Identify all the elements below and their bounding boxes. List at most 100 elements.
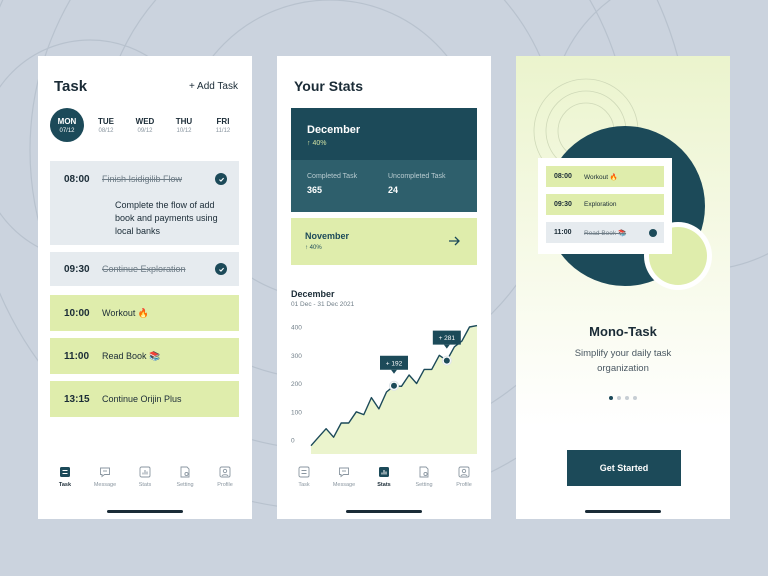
day-name: MON (57, 116, 77, 126)
day-tue[interactable]: TUE 08/12 (89, 108, 123, 142)
uncompleted-label: Uncompleted Task (388, 173, 446, 180)
y-tick-label: 300 (291, 353, 302, 360)
tab-profile[interactable]: Profile (445, 466, 483, 488)
preview-task: 09:30 Exploration (546, 194, 664, 215)
task-time: 09:30 (554, 201, 572, 208)
page-dot[interactable] (633, 396, 637, 400)
tab-bar: Task Message Stats Setting Profile (46, 466, 244, 488)
change-percent: ↑ 40% (305, 245, 322, 251)
preview-task: 08:00 Workout 🔥 (546, 166, 664, 187)
month-name: November (305, 231, 350, 241)
task-time: 08:00 (64, 174, 90, 185)
get-started-button[interactable]: Get Started (567, 450, 681, 486)
tab-bar: Task Message Stats Setting Profile (285, 466, 483, 488)
day-thu[interactable]: THU 10/12 (167, 108, 201, 142)
profile-icon (458, 466, 470, 478)
tab-label: Message (93, 482, 117, 488)
day-wed[interactable]: WED 09/12 (128, 108, 162, 142)
day-date: 07/12 (59, 127, 75, 134)
previous-month-card[interactable]: November ↑ 40% (291, 218, 477, 265)
check-icon[interactable] (215, 263, 227, 275)
page-title: Your Stats (294, 78, 363, 94)
month-name: December (307, 124, 361, 136)
add-task-button[interactable]: + Add Task (189, 81, 238, 92)
home-indicator (107, 510, 183, 513)
change-percent: ↑ 40% (307, 140, 327, 147)
chart-date-range: 01 Dec - 31 Dec 2021 (291, 301, 355, 308)
home-indicator (346, 510, 422, 513)
page-dot[interactable] (625, 396, 629, 400)
data-label: + 281 (439, 335, 456, 342)
day-name: WED (135, 116, 155, 126)
message-icon (100, 467, 110, 478)
tab-message[interactable]: Message (86, 466, 124, 488)
task-name: Read Book 📚 (584, 229, 627, 237)
day-name: TUE (98, 116, 114, 126)
profile-icon (219, 466, 231, 478)
tab-setting[interactable]: Setting (405, 466, 443, 488)
tab-label: Message (332, 482, 356, 488)
day-date: 10/12 (176, 127, 192, 134)
task-description: Complete the flow of add book and paymen… (115, 200, 218, 236)
day-name: FRI (216, 116, 230, 126)
stats-line-chart: 400 300 200 100 0 + 192 + 281 (291, 325, 478, 454)
task-list-icon (298, 466, 310, 478)
stats-icon (139, 466, 151, 478)
day-date: 08/12 (98, 127, 114, 134)
tab-label: Task (58, 482, 72, 488)
tab-message[interactable]: Message (325, 466, 363, 488)
data-label-pointer (391, 369, 397, 374)
task-list-icon (60, 467, 70, 477)
y-tick-label: 400 (291, 325, 302, 332)
page-dot[interactable] (617, 396, 621, 400)
y-tick-label: 0 (291, 438, 295, 445)
preview-task: 11:00 Read Book 📚 (546, 222, 664, 243)
page-title: Task (54, 78, 88, 95)
tab-label: Stats (138, 482, 152, 488)
day-name: THU (175, 116, 193, 126)
day-selector: MON 07/12 TUE 08/12 WED 09/12 THU 10/12 … (50, 108, 240, 142)
data-label: + 192 (386, 360, 403, 367)
app-title: Mono-Task (589, 324, 657, 339)
task-name: Exploration (584, 201, 617, 208)
tab-label: Task (298, 482, 310, 488)
check-icon[interactable] (215, 173, 227, 185)
current-month-card: December ↑ 40% Completed Task 365 Uncomp… (291, 108, 477, 212)
preview-task-card: 08:00 Workout 🔥 09:30 Exploration 11:00 … (538, 158, 672, 254)
task-name: Continue Orijin Plus (102, 394, 182, 404)
stats-icon (379, 467, 389, 477)
task-card[interactable]: 11:00 Read Book 📚 (50, 338, 239, 374)
page-dot[interactable] (609, 396, 613, 400)
day-date: 11/12 (215, 127, 231, 134)
task-card[interactable]: 13:15 Continue Orijin Plus (50, 381, 239, 417)
message-icon (339, 467, 349, 478)
task-card[interactable]: 10:00 Workout 🔥 (50, 295, 239, 331)
task-name: Continue Exploration (102, 264, 186, 274)
uncompleted-value: 24 (388, 185, 399, 195)
tab-task[interactable]: Task (46, 466, 84, 488)
setting-icon (419, 466, 429, 478)
day-fri[interactable]: FRI 11/12 (206, 108, 240, 142)
tab-label: Setting (415, 482, 433, 488)
tab-stats[interactable]: Stats (126, 466, 164, 488)
y-tick-label: 100 (291, 409, 302, 416)
tab-task[interactable]: Task (285, 466, 323, 488)
data-label-pointer (443, 344, 450, 349)
completed-label: Completed Task (307, 173, 358, 180)
task-name: Workout 🔥 (584, 173, 618, 181)
task-card[interactable]: 09:30 Continue Exploration (50, 252, 239, 286)
task-card[interactable]: 08:00 Finish Isidigilib Flow Complete th… (50, 161, 239, 245)
setting-icon (180, 466, 190, 478)
task-time: 11:00 (554, 229, 572, 236)
day-mon[interactable]: MON 07/12 (50, 108, 84, 142)
tab-setting[interactable]: Setting (166, 466, 204, 488)
tab-stats[interactable]: Stats (365, 466, 403, 488)
onboarding-screen: 08:00 Workout 🔥 09:30 Exploration 11:00 … (516, 56, 730, 519)
data-point (443, 357, 450, 364)
task-time: 13:15 (64, 393, 90, 405)
task-name: Workout 🔥 (102, 307, 150, 318)
tab-profile[interactable]: Profile (206, 466, 244, 488)
home-indicator (585, 510, 661, 513)
check-icon (649, 228, 657, 237)
data-point (391, 382, 397, 389)
